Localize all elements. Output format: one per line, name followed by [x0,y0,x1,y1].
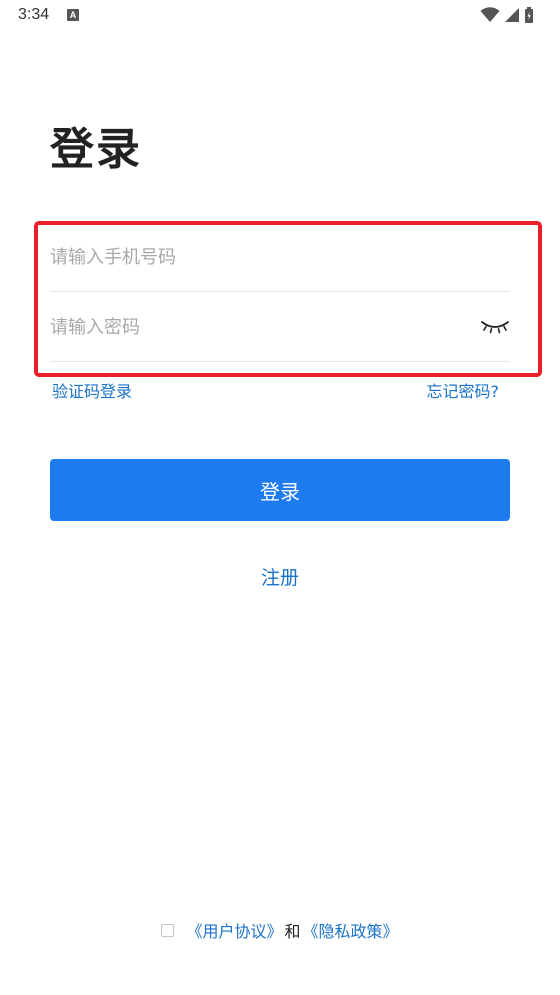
password-input[interactable] [50,292,450,362]
battery-icon [525,7,533,23]
eye-closed-icon[interactable] [480,317,510,335]
login-button[interactable]: 登录 [50,459,510,521]
phone-field [50,222,510,292]
forgot-password-link[interactable]: 忘记密码? [427,378,500,402]
privacy-policy-link[interactable]: 《隐私政策》 [303,918,399,942]
user-agreement-link[interactable]: 《用户协议》 [186,918,282,942]
agreement-and-text: 和 [284,922,301,941]
signal-icon [505,8,519,22]
sms-login-link[interactable]: 验证码登录 [52,378,132,402]
auth-links-row: 验证码登录 忘记密码? [52,378,499,402]
status-icons [480,7,534,23]
wifi-icon [480,7,500,22]
phone-input[interactable] [50,222,450,292]
notification-a-icon: A [67,9,79,21]
status-bar: 3:34 A [0,0,560,34]
agreement-row: 《用户协议》 和 《隐私政策》 [0,918,560,942]
status-time: 3:34 [18,6,50,23]
register-link[interactable]: 注册 [0,563,560,590]
agreement-checkbox[interactable] [161,923,175,937]
password-field [50,292,510,362]
page-title: 登录 [50,124,142,175]
